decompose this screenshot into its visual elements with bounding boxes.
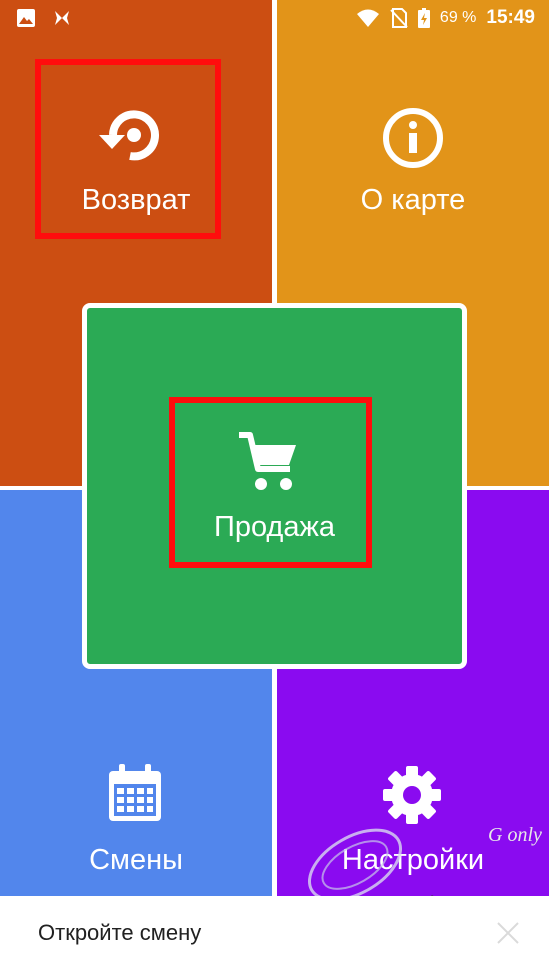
card-info-label: О карте — [360, 184, 466, 216]
close-icon[interactable] — [495, 920, 521, 946]
highlight-box-refund — [35, 59, 221, 239]
butterfly-icon — [55, 11, 69, 25]
settings-label: Настройки — [341, 844, 485, 876]
calendar-icon — [109, 764, 161, 821]
info-icon — [383, 108, 443, 168]
shifts-label: Смены — [89, 844, 183, 876]
image-icon — [17, 9, 35, 27]
snackbar: Откройте смену — [0, 896, 549, 972]
highlight-box-sale — [169, 397, 372, 568]
snackbar-message: Откройте смену — [38, 920, 202, 945]
gear-icon — [383, 766, 441, 824]
status-bar: 69 % 15:49 — [0, 0, 549, 38]
battery-percent: 69 % — [439, 9, 477, 26]
no-sim-icon — [390, 8, 408, 28]
status-time: 15:49 — [486, 7, 535, 28]
wifi-icon — [356, 9, 379, 27]
battery-charging-icon — [417, 8, 430, 28]
